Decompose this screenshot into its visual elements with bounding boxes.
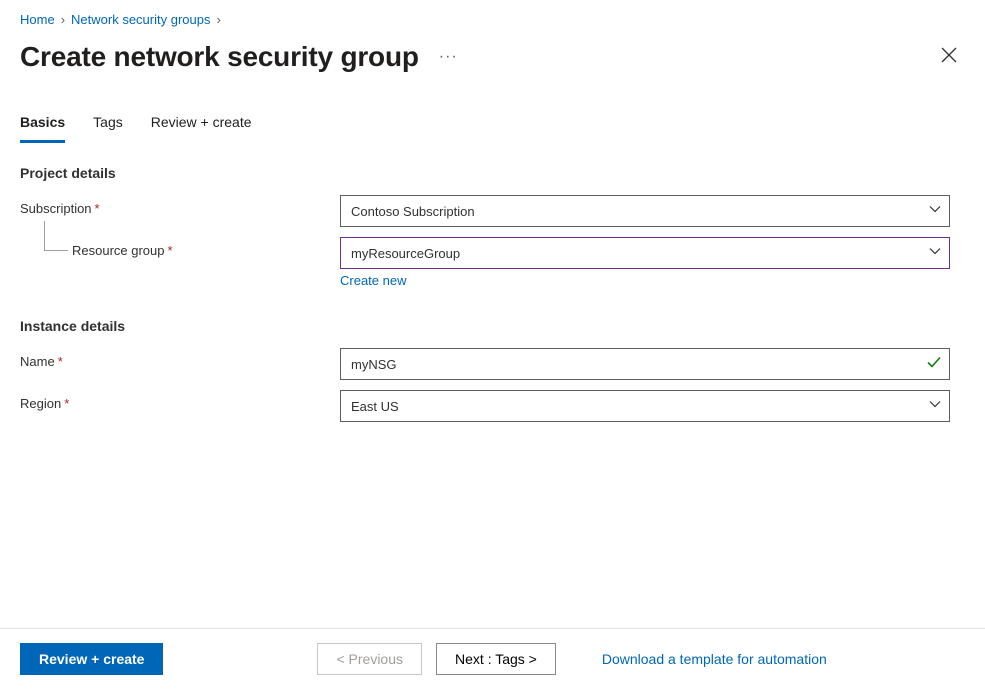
- label-name: Name: [20, 354, 55, 369]
- tab-basics[interactable]: Basics: [20, 114, 65, 143]
- chevron-down-icon: [929, 246, 941, 261]
- required-icon: *: [64, 396, 69, 411]
- region-select[interactable]: East US: [340, 390, 950, 422]
- row-name: Name * myNSG: [0, 346, 985, 388]
- name-value: myNSG: [351, 357, 397, 372]
- tab-bar: Basics Tags Review + create: [0, 74, 985, 143]
- label-subscription: Subscription: [20, 201, 92, 216]
- name-field[interactable]: myNSG: [340, 348, 950, 380]
- tab-tags[interactable]: Tags: [93, 114, 123, 143]
- page-header: Create network security group ···: [0, 35, 985, 74]
- label-region: Region: [20, 396, 61, 411]
- region-value: East US: [351, 399, 399, 414]
- chevron-down-icon: [929, 399, 941, 414]
- resource-group-value: myResourceGroup: [351, 246, 460, 261]
- subscription-value: Contoso Subscription: [351, 204, 475, 219]
- close-icon[interactable]: [933, 39, 965, 74]
- section-instance-details: Instance details: [0, 296, 985, 346]
- chevron-right-icon: ›: [216, 12, 220, 27]
- breadcrumb-nsg[interactable]: Network security groups: [71, 12, 210, 27]
- subscription-select[interactable]: Contoso Subscription: [340, 195, 950, 227]
- breadcrumb-home[interactable]: Home: [20, 12, 55, 27]
- chevron-right-icon: ›: [61, 12, 65, 27]
- page-title: Create network security group: [20, 41, 419, 73]
- chevron-down-icon: [929, 204, 941, 219]
- row-subscription: Subscription * Contoso Subscription: [0, 193, 985, 235]
- section-project-details: Project details: [0, 143, 985, 193]
- required-icon: *: [95, 201, 100, 216]
- required-icon: *: [168, 243, 173, 258]
- check-icon: [927, 356, 941, 373]
- tab-review-create[interactable]: Review + create: [151, 114, 252, 143]
- row-resource-group: Resource group * myResourceGroup Create …: [0, 235, 985, 296]
- next-button[interactable]: Next : Tags >: [436, 643, 556, 675]
- required-icon: *: [58, 354, 63, 369]
- download-template-link[interactable]: Download a template for automation: [602, 651, 827, 667]
- review-create-button[interactable]: Review + create: [20, 643, 163, 675]
- create-new-link[interactable]: Create new: [340, 273, 406, 288]
- indent-bracket-icon: [44, 221, 68, 251]
- previous-button: < Previous: [317, 643, 422, 675]
- resource-group-select[interactable]: myResourceGroup: [340, 237, 950, 269]
- breadcrumb: Home › Network security groups ›: [0, 0, 985, 35]
- more-actions-icon[interactable]: ···: [433, 48, 464, 66]
- row-region: Region * East US: [0, 388, 985, 430]
- footer-bar: Review + create < Previous Next : Tags >…: [0, 628, 985, 689]
- label-resource-group: Resource group: [72, 243, 165, 258]
